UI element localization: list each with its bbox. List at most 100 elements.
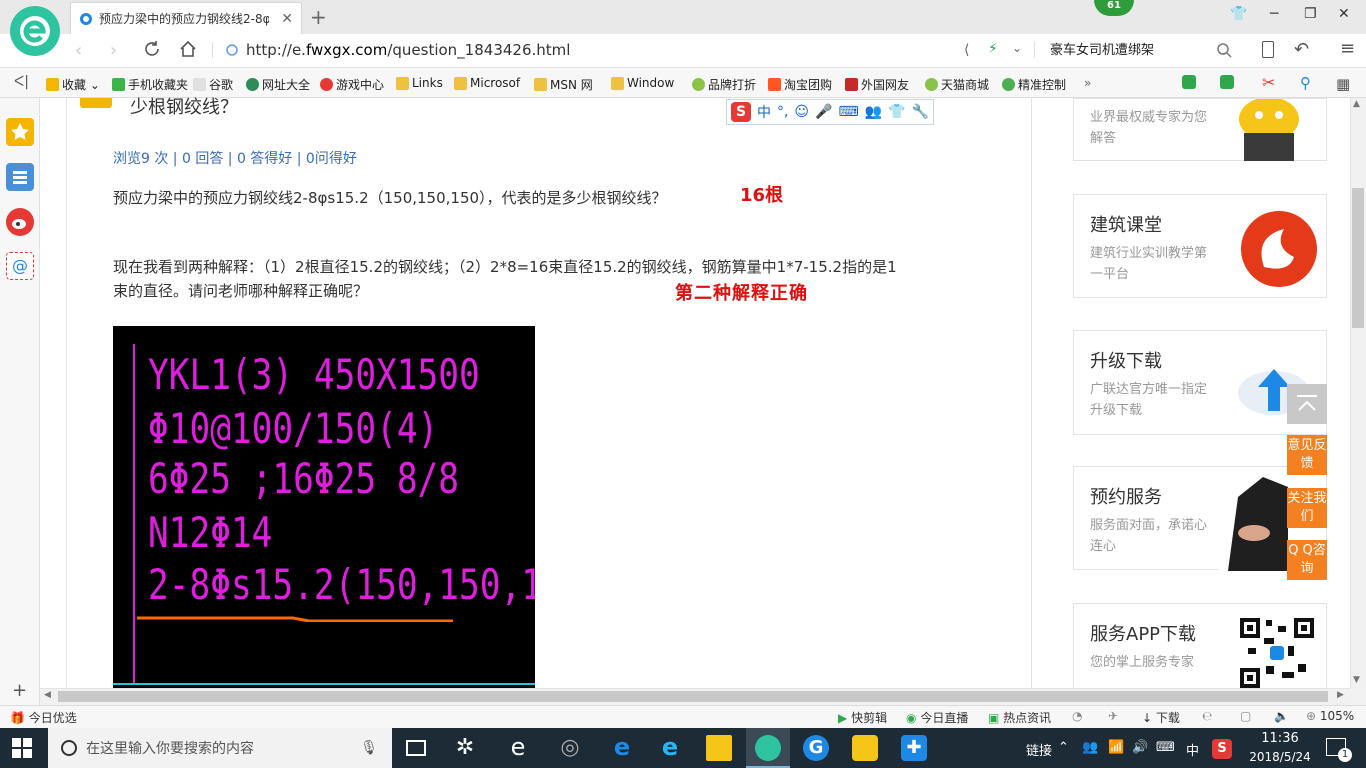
scroll-left-icon[interactable]: ◀: [44, 690, 51, 700]
tray-link-label[interactable]: 链接: [1026, 740, 1052, 759]
feedback-button[interactable]: 意见反馈: [1287, 435, 1327, 475]
magnifier-tool-icon[interactable]: ⚲: [1300, 74, 1311, 92]
search-icon[interactable]: [1216, 42, 1232, 58]
fav-item-taobao[interactable]: 淘宝团购: [768, 76, 832, 93]
clock-time[interactable]: 11:36: [1250, 731, 1310, 746]
g-app-icon[interactable]: G: [803, 735, 829, 761]
minimize-button[interactable]: ─: [1270, 6, 1278, 22]
forward-icon[interactable]: ›: [110, 40, 117, 61]
mic-icon[interactable]: 🎙: [360, 740, 378, 756]
fav-item-microsoft[interactable]: Microsof: [454, 76, 520, 90]
clock-date[interactable]: 2018/5/24: [1244, 750, 1316, 764]
tray-ime-language[interactable]: 中: [1186, 740, 1199, 759]
favorites-star-icon[interactable]: [6, 118, 34, 146]
fav-item-windows[interactable]: Window: [611, 76, 674, 90]
tray-expand-icon[interactable]: ⌃: [1058, 740, 1069, 755]
new-tab-button[interactable]: +: [310, 5, 327, 29]
pin-icon[interactable]: ✈: [1108, 709, 1118, 723]
shield-icon[interactable]: [1182, 75, 1196, 89]
share-icon[interactable]: ⟨: [964, 42, 969, 58]
tray-network-icon[interactable]: 📶: [1108, 740, 1124, 755]
emoji-icon[interactable]: ☺: [794, 104, 809, 120]
keyboard-icon[interactable]: ⌨: [838, 104, 858, 120]
fav-item-tmall[interactable]: 天猫商城: [925, 76, 989, 93]
quick-clip[interactable]: ▶ 快剪辑: [838, 709, 887, 726]
fav-item-mobile[interactable]: 手机收藏夹: [112, 76, 188, 93]
download-status[interactable]: ↓ 下载: [1142, 709, 1180, 726]
vertical-scroll-thumb[interactable]: [1352, 188, 1364, 328]
ie-icon[interactable]: e: [657, 735, 683, 761]
scroll-right-icon[interactable]: ▶: [1337, 690, 1344, 700]
daily-pick[interactable]: 🎁 今日优选: [10, 709, 77, 726]
window-icon[interactable]: ▢: [1240, 709, 1251, 723]
swirl-app-icon[interactable]: ◎: [557, 735, 583, 761]
fav-item-msn[interactable]: MSN 网: [534, 76, 593, 93]
more-favorites-icon[interactable]: »: [1084, 76, 1091, 90]
back-icon[interactable]: ‹: [75, 40, 82, 61]
punctuation-icon[interactable]: °,: [777, 104, 788, 120]
wrench-icon[interactable]: 🔧: [912, 104, 929, 120]
microphone-icon[interactable]: 🎤: [815, 104, 832, 120]
horizontal-scroll-thumb[interactable]: [58, 691, 1328, 702]
course-card[interactable]: 建筑课堂 建筑行业实训教学第一平台: [1073, 194, 1327, 298]
user-icon[interactable]: 👥: [865, 104, 882, 120]
tray-volume-icon[interactable]: 🔊: [1132, 740, 1148, 755]
speed-icon[interactable]: ◔: [1072, 709, 1082, 723]
menu-icon[interactable]: ≡: [1340, 38, 1355, 59]
question-stats[interactable]: 浏览9 次 | 0 回答 | 0 答得好 | 0问得好: [113, 148, 357, 168]
expert-card[interactable]: 业界最权威专家为您解答: [1073, 98, 1327, 161]
collapse-sidebar-icon[interactable]: ᐸ|: [14, 74, 29, 90]
url-field[interactable]: http://e.fwxgx.com/question_1843426.html: [230, 41, 570, 59]
edge-blue-icon[interactable]: e: [609, 735, 635, 761]
fav-item-brand[interactable]: 品牌打折: [692, 76, 756, 93]
360-browser-taskbar-icon[interactable]: [755, 735, 781, 761]
qr-code-icon[interactable]: [1238, 616, 1316, 690]
fav-item-control[interactable]: 精准控制: [1002, 76, 1066, 93]
grid-icon[interactable]: ▦: [1336, 75, 1350, 93]
home-icon[interactable]: [178, 39, 198, 59]
close-window-button[interactable]: ✕: [1338, 6, 1350, 22]
tab-close-icon[interactable]: ✕: [281, 11, 293, 27]
qq-consult-button[interactable]: Q Q咨询: [1287, 540, 1327, 580]
undo-icon[interactable]: ↶: [1294, 39, 1309, 60]
sound-icon[interactable]: 🔈: [1274, 709, 1289, 723]
sogou-tray-icon[interactable]: S: [1212, 739, 1232, 759]
fav-item-urls[interactable]: 网址大全: [246, 76, 310, 93]
notes-app-icon[interactable]: [852, 735, 878, 761]
vertical-scrollbar[interactable]: [1350, 98, 1366, 688]
app-download-card[interactable]: 服务APP下载 您的掌上服务专家: [1073, 603, 1327, 693]
skin-icon[interactable]: 👕: [888, 104, 905, 120]
fav-item-google[interactable]: 谷歌: [193, 76, 233, 93]
fav-item-collect[interactable]: 收藏 ⌄: [46, 76, 100, 93]
ie-mode-icon[interactable]: ℮: [1202, 709, 1212, 723]
maximize-button[interactable]: ❐: [1304, 6, 1317, 22]
ime-toolbar[interactable]: S 中 °, ☺ 🎤 ⌨ 👥 👕 🔧: [726, 99, 934, 125]
shirt-skin-icon[interactable]: 👕: [1230, 6, 1247, 22]
fav-item-games[interactable]: 游戏中心: [320, 76, 384, 93]
tool-app-icon[interactable]: ✚: [901, 735, 927, 761]
fav-item-links[interactable]: Links: [396, 76, 443, 90]
weibo-icon[interactable]: [6, 208, 34, 236]
scissors-icon[interactable]: ✂: [1262, 73, 1275, 92]
browser-logo[interactable]: [10, 6, 60, 56]
browser-tab[interactable]: 预应力梁中的预应力钢绞线2-8φ ✕: [70, 2, 302, 34]
scroll-up-icon[interactable]: ▲: [1353, 99, 1360, 109]
zoom-level[interactable]: ⊕ 105%: [1306, 709, 1354, 723]
fan-app-icon[interactable]: ✲: [452, 735, 478, 761]
scroll-down-icon[interactable]: ▼: [1353, 675, 1360, 685]
tray-keyboard-icon[interactable]: ⌨: [1156, 740, 1175, 755]
email-icon[interactable]: @: [6, 252, 34, 280]
reading-list-icon[interactable]: [6, 163, 34, 191]
chevron-down-icon[interactable]: ⌄: [1012, 41, 1022, 55]
mobile-icon[interactable]: [1262, 41, 1274, 58]
fav-item-foreign[interactable]: 外国网友: [845, 76, 909, 93]
windows-start-icon[interactable]: [12, 738, 32, 758]
ime-language[interactable]: 中: [757, 102, 771, 122]
hot-news[interactable]: ▣ 热点资讯: [988, 709, 1051, 726]
live-today[interactable]: ◉ 今日直播: [906, 709, 968, 726]
search-input[interactable]: 豪车女司机遭绑架: [1040, 40, 1240, 62]
plus-extension-icon[interactable]: [1220, 75, 1234, 89]
tray-people-icon[interactable]: 👥: [1082, 740, 1098, 755]
file-explorer-icon[interactable]: [706, 735, 732, 761]
add-icon[interactable]: +: [12, 680, 27, 701]
